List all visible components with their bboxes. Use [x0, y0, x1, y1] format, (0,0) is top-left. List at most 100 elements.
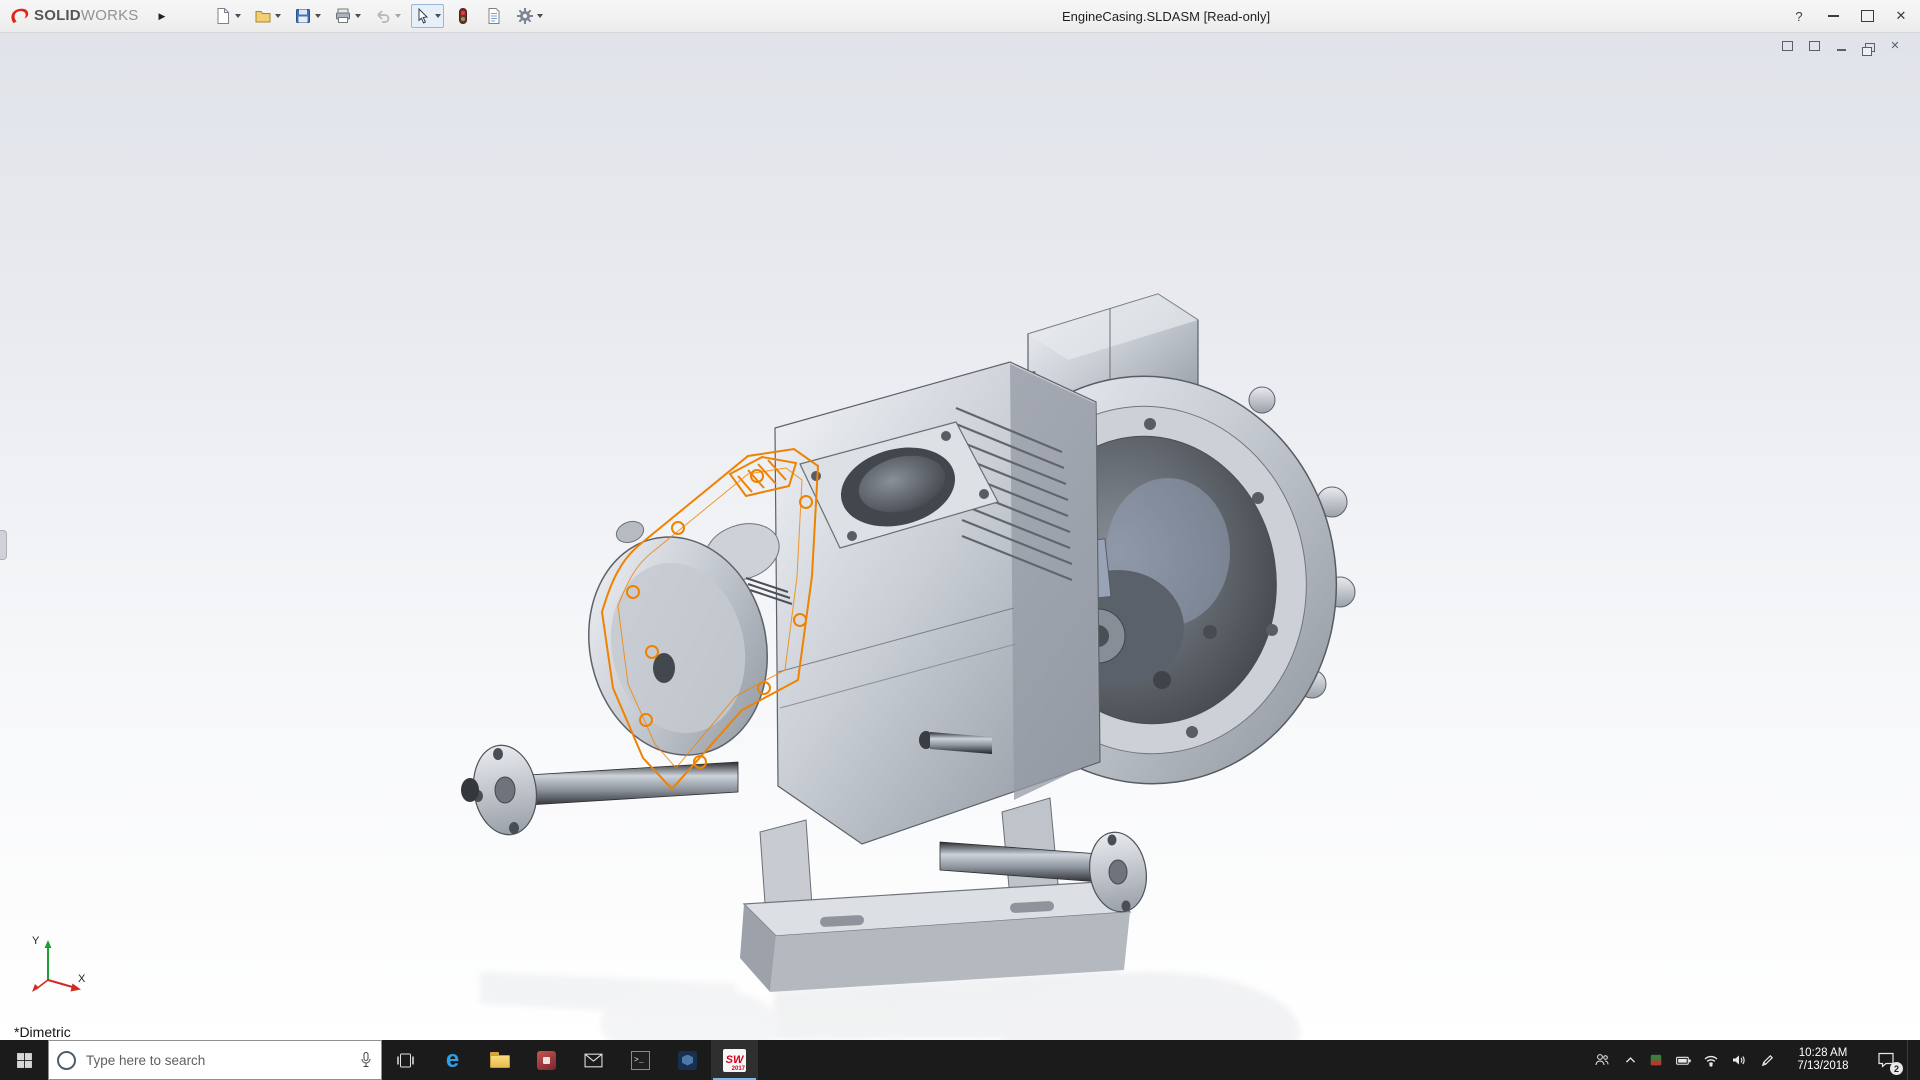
clock-tray-button[interactable]: 10:28 AM 7/13/2018 — [1781, 1040, 1865, 1080]
doc-popout-icon — [1809, 41, 1820, 51]
notification-badge: 2 — [1890, 1062, 1903, 1075]
task-view-icon — [396, 1053, 415, 1068]
battery-tray-button[interactable] — [1669, 1040, 1697, 1080]
file-explorer-app-button[interactable] — [476, 1040, 523, 1080]
people-tray-button[interactable] — [1587, 1040, 1617, 1080]
dropdown-caret-icon[interactable] — [235, 14, 241, 18]
open-folder-icon — [254, 7, 272, 25]
clock-date: 7/13/2018 — [1781, 1060, 1865, 1073]
tray-overflow-button[interactable] — [1617, 1040, 1643, 1080]
brand-works: WORKS — [81, 7, 139, 24]
help-button[interactable]: ? — [1782, 1, 1816, 31]
view-orientation-label: *Dimetric — [14, 1024, 71, 1040]
solidworks-app-button[interactable]: SW2017 — [711, 1040, 758, 1080]
select-tool-button[interactable] — [411, 4, 444, 28]
command-prompt-app-button[interactable]: >_ — [617, 1040, 664, 1080]
pen-tray-button[interactable] — [1753, 1040, 1781, 1080]
taskbar-app-button-4[interactable] — [523, 1040, 570, 1080]
window-controls: ? ✕ — [1782, 0, 1918, 32]
triad-x-label: X — [78, 973, 86, 985]
clock-time: 10:28 AM — [1781, 1047, 1865, 1060]
app-red-tile-icon — [537, 1051, 556, 1070]
doc-minimize-icon — [1837, 49, 1846, 51]
taskbar-clock: 10:28 AM 7/13/2018 — [1781, 1047, 1865, 1073]
engine-casing-3d-model[interactable] — [0, 32, 1920, 1040]
dropdown-caret-icon[interactable] — [435, 14, 441, 18]
mail-app-button[interactable] — [570, 1040, 617, 1080]
orientation-triad: Y X — [24, 932, 88, 996]
wifi-icon — [1703, 1052, 1719, 1068]
battery-icon — [1675, 1052, 1692, 1069]
edge-icon: e — [446, 1048, 459, 1072]
file-properties-button[interactable] — [482, 4, 506, 28]
doc-close-button[interactable]: ✕ — [1886, 37, 1904, 54]
open-button[interactable] — [251, 4, 284, 28]
new-document-button[interactable] — [211, 4, 244, 28]
taskbar-app-button-7[interactable] — [664, 1040, 711, 1080]
task-view-button[interactable] — [382, 1040, 429, 1080]
start-button[interactable] — [0, 1040, 48, 1080]
triad-y-label: Y — [32, 935, 40, 947]
tray-status-icon — [1649, 1053, 1663, 1067]
microphone-icon[interactable] — [359, 1051, 373, 1069]
rebuild-button[interactable] — [451, 4, 475, 28]
search-input[interactable] — [84, 1052, 351, 1069]
undo-icon — [374, 7, 392, 25]
doc-minimize-button[interactable] — [1832, 37, 1850, 54]
crankcase-block[interactable] — [775, 362, 1100, 844]
network-tray-button[interactable] — [1697, 1040, 1725, 1080]
volume-tray-button[interactable] — [1725, 1040, 1753, 1080]
close-icon: ✕ — [1896, 8, 1907, 24]
display-stand[interactable] — [740, 798, 1130, 992]
mail-envelope-icon — [584, 1053, 603, 1068]
minimize-icon — [1828, 15, 1839, 17]
file-properties-icon — [485, 7, 503, 25]
options-button[interactable] — [513, 4, 546, 28]
left-engine-mount[interactable] — [461, 741, 738, 840]
brand-solid: SOLID — [34, 7, 81, 24]
doc-restore-button[interactable] — [1859, 37, 1877, 54]
doc-popout-button[interactable] — [1805, 37, 1823, 54]
action-center-button[interactable]: 2 — [1865, 1040, 1907, 1080]
timing-cover[interactable] — [568, 515, 792, 773]
dropdown-caret-icon[interactable] — [395, 14, 401, 18]
dropdown-caret-icon[interactable] — [537, 14, 543, 18]
people-icon — [1593, 1052, 1611, 1068]
document-window-controls: ✕ — [1778, 37, 1904, 54]
minimize-button[interactable] — [1816, 1, 1850, 31]
dropdown-caret-icon[interactable] — [315, 14, 321, 18]
standard-toolbar — [211, 4, 546, 28]
doc-window-button[interactable] — [1778, 37, 1796, 54]
taskbar-search[interactable] — [48, 1040, 382, 1080]
titlebar: SOLIDWORKS ▶ — [0, 0, 1920, 33]
maximize-button[interactable] — [1850, 1, 1884, 31]
cortana-icon — [57, 1051, 76, 1070]
doc-restore-icon — [1865, 43, 1875, 52]
close-button[interactable]: ✕ — [1884, 1, 1918, 31]
menu-flyout-arrow[interactable]: ▶ — [153, 10, 172, 23]
dropdown-caret-icon[interactable] — [355, 14, 361, 18]
solidworks-2017-icon: SW2017 — [723, 1049, 746, 1072]
show-desktop-button[interactable] — [1907, 1040, 1920, 1080]
command-prompt-icon: >_ — [631, 1051, 650, 1070]
dropdown-caret-icon[interactable] — [275, 14, 281, 18]
undo-button[interactable] — [371, 4, 404, 28]
edge-app-button[interactable]: e — [429, 1040, 476, 1080]
print-button[interactable] — [331, 4, 364, 28]
new-document-icon — [214, 7, 232, 25]
save-button[interactable] — [291, 4, 324, 28]
options-gear-icon — [516, 7, 534, 25]
file-explorer-icon — [490, 1052, 510, 1068]
solidworks-logo: SOLIDWORKS — [8, 5, 139, 27]
windows-taskbar: e >_ SW2017 — [0, 1040, 1920, 1080]
featuremanager-flyout-handle[interactable] — [0, 530, 7, 560]
print-icon — [334, 7, 352, 25]
select-arrow-icon — [414, 7, 432, 25]
speaker-icon — [1731, 1052, 1747, 1068]
windows-start-icon — [16, 1052, 33, 1069]
graphics-area[interactable]: ✕ Y X *Dimetric — [0, 32, 1920, 1040]
rebuild-traffic-light-icon — [454, 7, 472, 25]
tray-status-button[interactable] — [1643, 1040, 1669, 1080]
document-title: EngineCasing.SLDASM [Read-only] — [1062, 0, 1270, 32]
maximize-icon — [1861, 10, 1874, 22]
